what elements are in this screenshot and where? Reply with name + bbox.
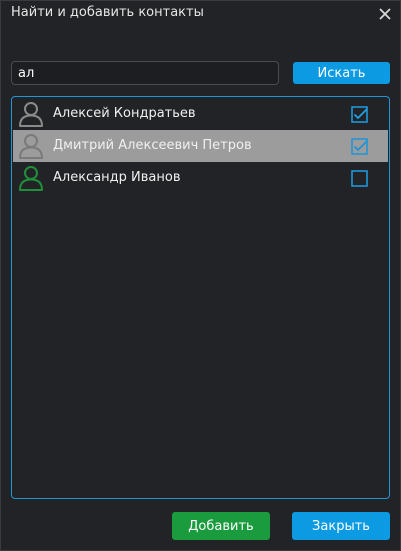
- close-button[interactable]: Закрыть: [292, 512, 390, 540]
- user-icon: [19, 166, 43, 191]
- contact-name: Александр Иванов: [53, 170, 181, 185]
- dialog-title: Найти и добавить контакты: [11, 5, 204, 20]
- add-button[interactable]: Добавить: [172, 512, 270, 540]
- list-item[interactable]: Дмитрий Алексеевич Петров: [13, 130, 388, 162]
- list-item[interactable]: Алексей Кондратьев: [13, 98, 388, 130]
- find-contacts-dialog: Найти и добавить контакты Искать Алексей…: [0, 0, 401, 551]
- contact-name: Дмитрий Алексеевич Петров: [53, 138, 252, 153]
- search-input[interactable]: [11, 61, 279, 85]
- contacts-list[interactable]: Алексей Кондратьев Дмитрий Алексеевич Пе…: [11, 96, 390, 499]
- user-icon: [19, 102, 43, 127]
- list-item[interactable]: Александр Иванов: [13, 162, 388, 194]
- contact-checkbox[interactable]: [351, 138, 368, 155]
- user-icon: [19, 134, 43, 159]
- contact-name: Алексей Кондратьев: [53, 106, 196, 121]
- contact-checkbox[interactable]: [351, 106, 368, 123]
- close-icon[interactable]: [376, 5, 394, 23]
- contact-checkbox[interactable]: [351, 170, 368, 187]
- search-button[interactable]: Искать: [293, 62, 390, 84]
